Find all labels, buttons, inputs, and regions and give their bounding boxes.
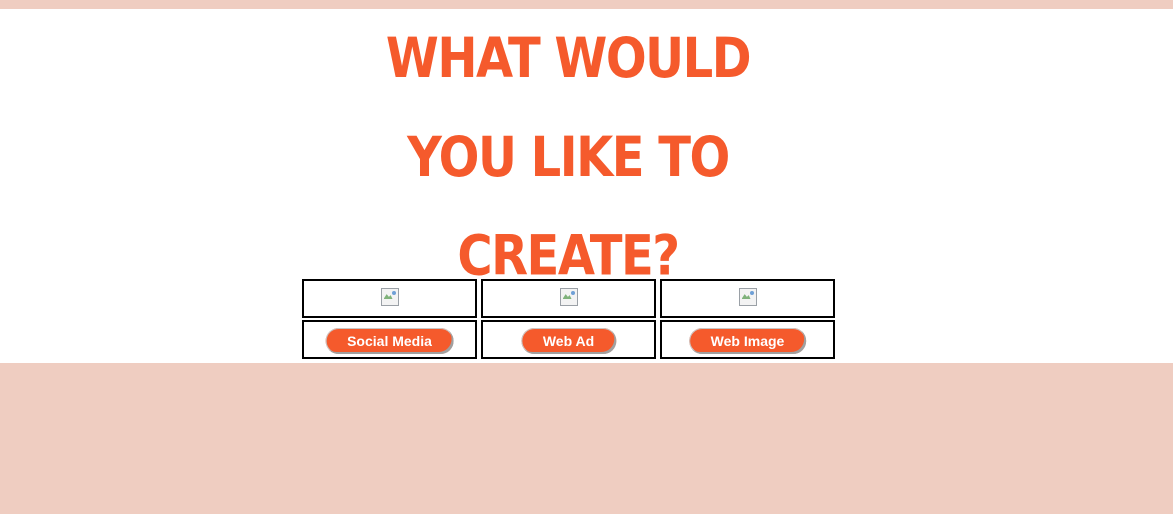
web-image-button[interactable]: Web Image: [688, 328, 807, 354]
option-image-cell-web-ad: [481, 279, 656, 318]
option-button-cell-web-image: Web Image: [660, 320, 835, 359]
option-button-cell-social-media: Social Media: [302, 320, 477, 359]
web-ad-button[interactable]: Web Ad: [520, 328, 617, 354]
option-image-cell-web-image: [660, 279, 835, 318]
page-headline: WHAT WOULD YOU LIKE TO CREATE?: [0, 9, 1136, 306]
headline-line-1: WHAT WOULD: [385, 26, 752, 91]
option-button-cell-web-ad: Web Ad: [481, 320, 656, 359]
option-image-cell-social-media: [302, 279, 477, 318]
broken-image-icon[interactable]: [738, 288, 757, 306]
headline-line-2: YOU LIKE TO: [407, 125, 730, 190]
broken-image-icon[interactable]: [380, 288, 399, 306]
social-media-button[interactable]: Social Media: [325, 328, 454, 354]
top-strip: [0, 0, 1173, 9]
broken-image-icon[interactable]: [559, 288, 578, 306]
